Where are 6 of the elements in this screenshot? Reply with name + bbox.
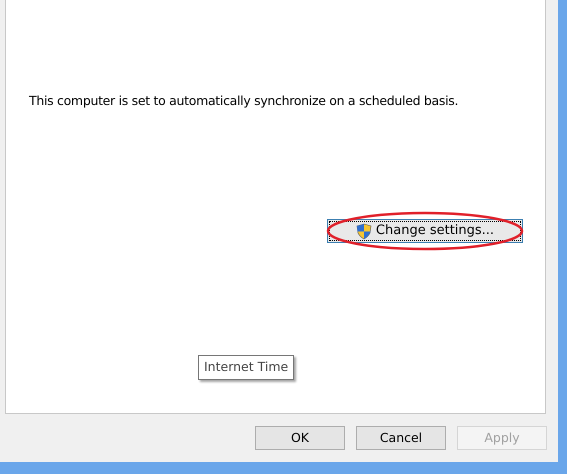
dialog-button[interactable]: OK [255, 426, 345, 450]
tooltip: Internet Time [198, 355, 294, 380]
status-message: This computer is set to automatically synchronize on a scheduled basis. [29, 93, 458, 108]
dialog-button[interactable]: Cancel [356, 426, 446, 450]
shield-icon [356, 222, 372, 240]
change-settings-button[interactable]: Change settings... [327, 219, 523, 243]
